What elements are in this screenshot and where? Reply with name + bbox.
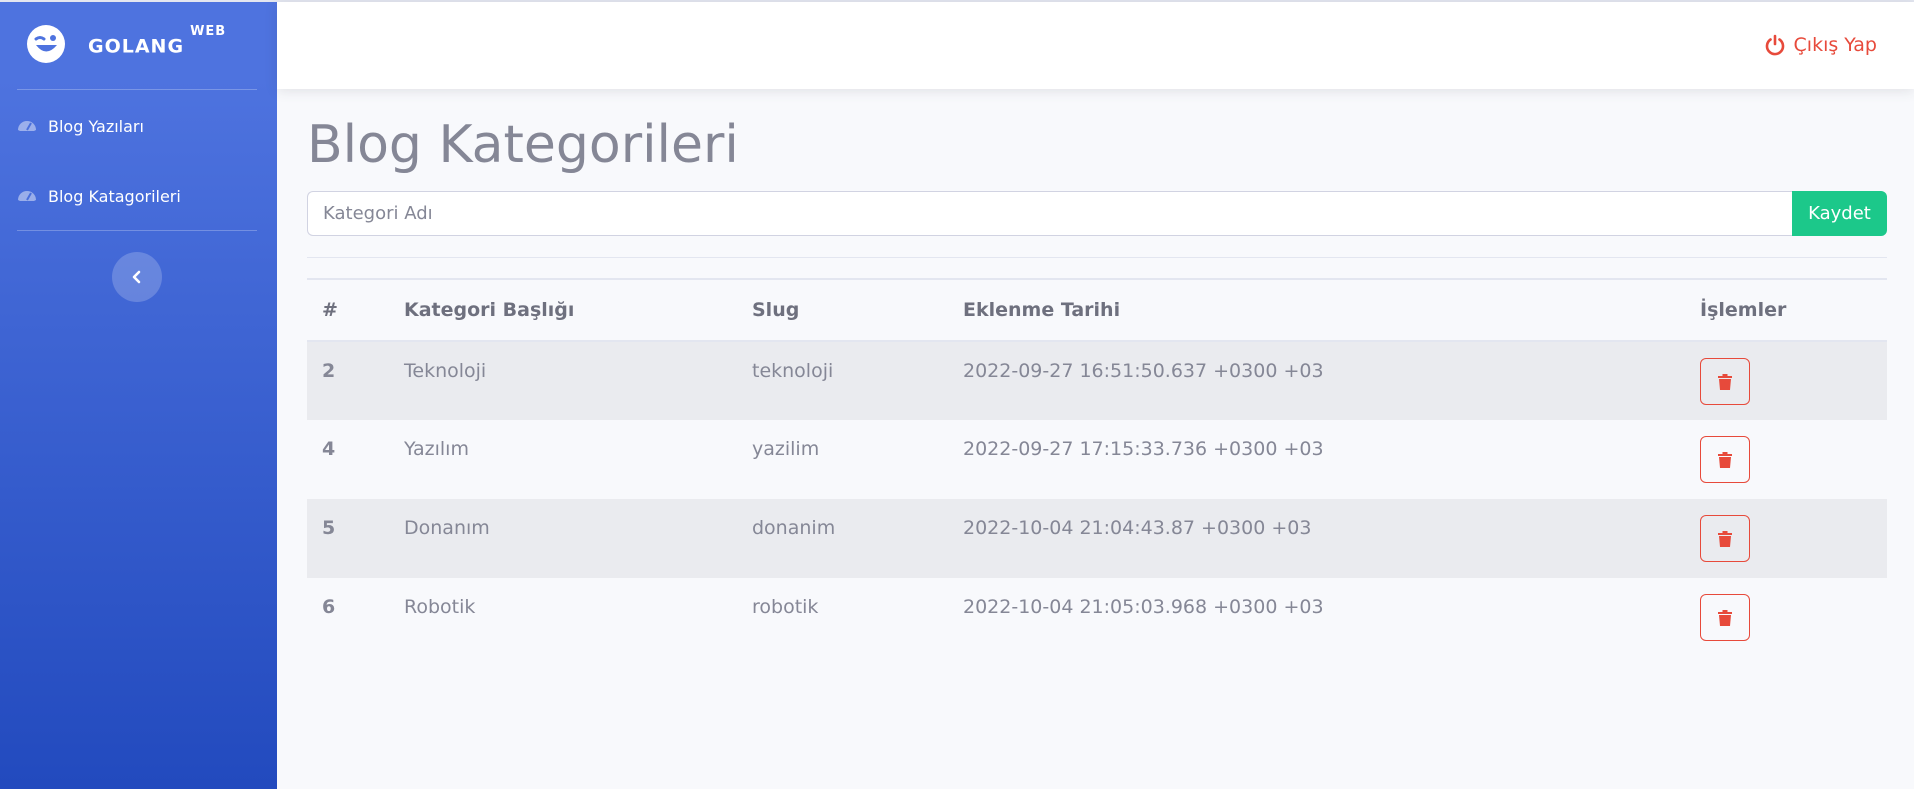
cell-actions [1685,499,1887,578]
delete-button[interactable] [1700,436,1750,483]
column-header-title: Kategori Başlığı [389,278,737,342]
logout-label: Çıkış Yap [1793,34,1877,56]
brand-sup: WEB [190,24,227,40]
trash-icon [1718,530,1732,547]
trash-icon [1718,451,1732,468]
topbar: Çıkış Yap [277,2,1914,89]
cell-actions [1685,420,1887,499]
categories-table: # Kategori Başlığı Slug Eklenme Tarihi İ… [307,278,1887,657]
winking-face-icon [27,25,65,63]
brand[interactable]: GOLANG WEB [26,24,226,64]
sidebar: GOLANG WEB Blog Yazıları Blog Katagoriler… [0,0,277,789]
sidebar-toggle-button[interactable] [112,252,162,302]
power-icon [1765,34,1784,56]
delete-button[interactable] [1700,515,1750,562]
cell-id: 2 [322,360,336,382]
sidebar-item-label: Blog Yazıları [48,116,144,136]
tachometer-icon [18,121,36,131]
table-row: 4 Yazılım yazilim 2022-09-27 17:15:33.73… [307,420,1887,499]
table-row: 5 Donanım donanim 2022-10-04 21:04:43.87… [307,499,1887,578]
page-title: Blog Kategorileri [307,115,739,175]
table-header-row: # Kategori Başlığı Slug Eklenme Tarihi İ… [307,278,1887,342]
cell-title: Donanım [404,517,490,539]
delete-button[interactable] [1700,594,1750,641]
cell-date: 2022-10-04 21:05:03.968 +0300 +03 [963,596,1324,618]
sidebar-item-blog-categories[interactable]: Blog Katagorileri [17,186,181,206]
category-form: Kaydet [307,191,1887,236]
cell-title: Yazılım [404,438,469,460]
cell-date: 2022-10-04 21:04:43.87 +0300 +03 [963,517,1312,539]
sidebar-item-blog-posts[interactable]: Blog Yazıları [17,116,144,136]
trash-icon [1718,609,1732,626]
brand-name-text: GOLANG [88,35,185,58]
cell-id: 4 [322,438,336,460]
cell-slug: donanim [752,517,836,539]
cell-actions [1685,578,1887,657]
column-header-slug: Slug [737,278,948,342]
table-row: 2 Teknoloji teknoloji 2022-09-27 16:51:5… [307,341,1887,420]
sidebar-divider [17,89,257,90]
column-header-id: # [307,278,389,342]
cell-id: 6 [322,596,336,618]
cell-date: 2022-09-27 17:15:33.736 +0300 +03 [963,438,1324,460]
column-header-date: Eklenme Tarihi [948,278,1685,342]
cell-actions [1685,341,1887,420]
column-header-actions: İşlemler [1685,278,1887,342]
trash-icon [1718,373,1732,390]
cell-title: Teknoloji [404,360,487,382]
cell-slug: yazilim [752,438,820,460]
delete-button[interactable] [1700,358,1750,405]
cell-slug: teknoloji [752,360,834,382]
cell-title: Robotik [404,596,476,618]
chevron-left-icon [132,270,141,284]
brand-name: GOLANG WEB [88,24,226,58]
save-button[interactable]: Kaydet [1792,191,1887,236]
sidebar-divider [17,230,257,231]
logout-button[interactable]: Çıkış Yap [1764,34,1877,56]
cell-date: 2022-09-27 16:51:50.637 +0300 +03 [963,360,1324,382]
category-name-input[interactable] [307,191,1792,236]
table-row: 6 Robotik robotik 2022-10-04 21:05:03.96… [307,578,1887,657]
cell-slug: robotik [752,596,819,618]
divider [307,257,1887,258]
cell-id: 5 [322,517,336,539]
tachometer-icon [18,191,36,201]
sidebar-item-label: Blog Katagorileri [48,186,181,206]
